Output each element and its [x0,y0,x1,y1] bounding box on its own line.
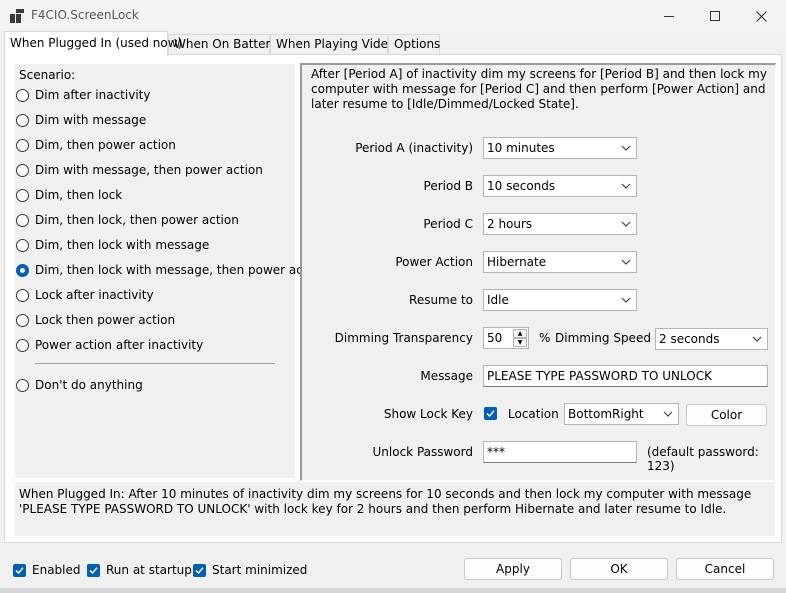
period-a-select[interactable]: 10 minutes [483,137,637,159]
radio-button[interactable] [16,188,29,202]
radio-button[interactable] [16,288,29,302]
power-action-label: Power Action [395,255,473,269]
radio-button[interactable] [16,163,29,177]
run-at-startup-option[interactable]: Run at startup [87,562,192,578]
close-icon [755,10,767,22]
scenario-separator [35,363,275,364]
dimming-speed-select[interactable]: 2 seconds [655,328,768,350]
tab-playing-video[interactable]: When Playing Video [270,34,395,54]
period-b-label: Period B [423,179,473,193]
tab-plugged-in[interactable]: When Plugged In (used now) [4,31,182,55]
window-bottom-edge [0,588,786,593]
chevron-down-icon [621,221,631,227]
radio-button[interactable] [16,88,29,102]
cancel-button[interactable]: Cancel [676,558,774,580]
percent-unit: % [539,331,551,345]
window-title: F4CIO.ScreenLock [31,8,139,22]
radio-button[interactable] [16,113,29,127]
scenario-option-selected[interactable]: Dim, then lock with message, then power … [16,261,326,279]
apply-button[interactable]: Apply [464,558,562,580]
scenario-option[interactable]: Dim, then power action [16,136,176,154]
chevron-down-icon [621,259,631,265]
default-password-hint: (default password: 123) [647,445,759,473]
scenario-label: Scenario: [19,68,76,82]
maximize-icon [710,11,720,21]
show-lock-key-label: Show Lock Key [383,407,473,421]
period-c-label: Period C [423,217,473,231]
ok-button[interactable]: OK [570,558,668,580]
resume-to-label: Resume to [409,293,473,307]
power-action-select[interactable]: Hibernate [483,251,637,273]
checkmark-icon [89,566,98,574]
spin-up-button[interactable]: ▲ [513,329,527,338]
radio-button[interactable] [16,138,29,152]
radio-button[interactable] [16,378,29,392]
start-minimized-option[interactable]: Start minimized [193,562,307,578]
minimize-button[interactable] [646,0,692,32]
scenario-option[interactable]: Lock then power action [16,311,175,329]
period-b-select[interactable]: 10 seconds [483,175,637,197]
radio-button[interactable] [16,238,29,252]
tab-on-battery[interactable]: When On Battery [168,34,278,54]
dimming-transparency-stepper[interactable]: 50 ▲ ▼ [483,327,529,349]
scenario-option[interactable]: Dim, then lock with message [16,236,209,254]
message-input[interactable]: PLEASE TYPE PASSWORD TO UNLOCK [483,365,768,387]
minimize-icon [664,15,674,17]
summary-text: When Plugged In: After 10 minutes of ina… [19,487,752,516]
period-c-select[interactable]: 2 hours [483,213,637,235]
radio-button[interactable] [16,338,29,352]
scenario-option[interactable]: Dim after inactivity [16,86,150,104]
resume-to-select[interactable]: Idle [483,289,637,311]
unlock-password-input[interactable]: *** [483,441,637,463]
enabled-option[interactable]: Enabled [13,562,81,578]
scenario-option[interactable]: Dim, then lock [16,186,122,204]
scenario-option[interactable]: Power action after inactivity [16,336,203,354]
checkmark-icon [195,566,204,574]
location-label: Location [508,407,559,421]
tab-options[interactable]: Options [388,34,440,54]
radio-button-checked[interactable] [16,263,29,277]
chevron-down-icon [621,297,631,303]
settings-description: After [Period A] of inactivity dim my sc… [311,67,767,111]
radio-button[interactable] [16,213,29,227]
dimming-speed-label: Dimming Speed [555,331,651,345]
spin-down-button[interactable]: ▼ [513,338,527,347]
chevron-down-icon [621,183,631,189]
chevron-down-icon [621,145,631,151]
app-icon [10,9,24,23]
dimming-transparency-label: Dimming Transparency [334,331,473,345]
scenario-option[interactable]: Dim with message, then power action [16,161,263,179]
start-minimized-checkbox[interactable] [193,563,206,577]
show-lock-key-checkbox[interactable] [484,407,497,420]
chevron-down-icon [663,411,673,417]
location-select[interactable]: BottomRight [564,403,679,425]
color-button[interactable]: Color [686,404,767,426]
scenario-option[interactable]: Lock after inactivity [16,286,154,304]
maximize-button[interactable] [692,0,738,32]
close-button[interactable] [738,0,784,32]
unlock-password-label: Unlock Password [372,445,473,459]
checkmark-icon [15,566,24,574]
enabled-checkbox[interactable] [13,563,26,577]
scenario-option[interactable]: Dim, then lock, then power action [16,211,239,229]
checkmark-icon [486,410,495,418]
run-at-startup-checkbox[interactable] [87,563,100,577]
chevron-down-icon [752,336,762,342]
period-a-label: Period A (inactivity) [355,141,473,155]
scenario-option-none[interactable]: Don't do anything [16,376,143,394]
message-label: Message [420,369,473,383]
scenario-option[interactable]: Dim with message [16,111,146,129]
radio-button[interactable] [16,313,29,327]
